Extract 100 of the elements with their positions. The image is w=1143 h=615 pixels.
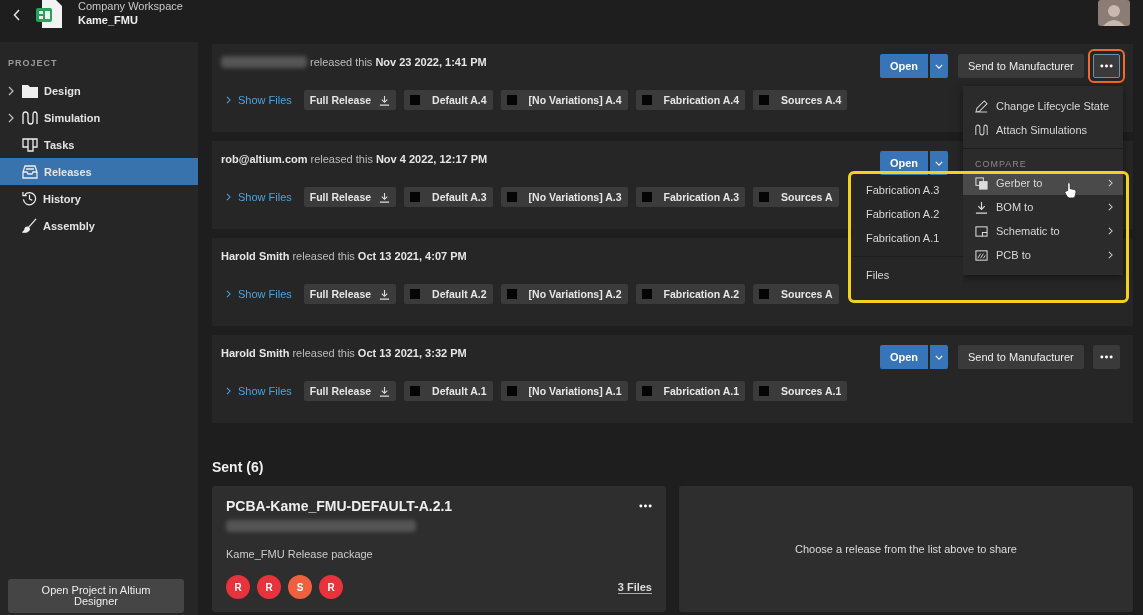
open-button[interactable]: Open bbox=[880, 345, 928, 369]
submenu-item[interactable]: Files bbox=[852, 263, 963, 287]
menu-item[interactable]: Attach Simulations bbox=[963, 118, 1123, 142]
avatar-badge: R bbox=[319, 575, 343, 599]
sidebar-item[interactable]: Assembly bbox=[0, 212, 198, 239]
more-button[interactable] bbox=[1092, 345, 1120, 369]
menu-section-label: COMPARE bbox=[974, 158, 1028, 171]
submenu-item[interactable]: Fabrication A.2 bbox=[852, 202, 963, 226]
chevron-right-icon[interactable] bbox=[8, 112, 14, 123]
hand-cursor-icon bbox=[1064, 182, 1077, 199]
file-chip[interactable]: Sources A bbox=[753, 284, 839, 304]
send-button[interactable]: Send to Manufacturer bbox=[958, 54, 1084, 78]
caret-icon bbox=[935, 160, 943, 166]
release-verb: released this bbox=[292, 250, 355, 262]
download-icon bbox=[379, 191, 391, 203]
chevron-right-icon[interactable] bbox=[8, 85, 14, 96]
release-date: Oct 13 2021, 3:32 PM bbox=[357, 347, 467, 359]
folder-icon bbox=[22, 83, 38, 98]
file-chip[interactable]: [No Variations] A.1 bbox=[500, 381, 628, 401]
avatar-badge: R bbox=[226, 575, 250, 599]
author-name: Harold Smith bbox=[221, 250, 290, 262]
download-icon bbox=[379, 288, 391, 300]
download-button[interactable]: Full Release bbox=[303, 284, 397, 304]
files-link[interactable]: 3 Files bbox=[617, 580, 652, 594]
pencil-icon bbox=[975, 99, 988, 113]
wave-icon bbox=[975, 124, 988, 136]
file-chip[interactable]: [No Variations] A.2 bbox=[500, 284, 628, 304]
menu-item[interactable]: PCB to bbox=[963, 243, 1123, 267]
more-icon bbox=[1099, 64, 1113, 68]
square-icon bbox=[410, 289, 421, 299]
download-button[interactable]: Full Release bbox=[303, 90, 397, 110]
download-icon bbox=[379, 385, 391, 397]
caret-icon bbox=[935, 63, 943, 69]
menu-item[interactable]: Change Lifecycle State bbox=[963, 94, 1123, 118]
board-icon bbox=[22, 137, 38, 152]
sidebar-item[interactable]: Tasks bbox=[0, 131, 198, 158]
file-chip[interactable]: Fabrication A.3 bbox=[635, 187, 745, 207]
wave-icon bbox=[22, 110, 38, 125]
open-button[interactable]: Open bbox=[880, 54, 928, 78]
show-files-link[interactable]: Show Files bbox=[226, 191, 292, 203]
file-chip[interactable]: Default A.3 bbox=[404, 187, 493, 207]
download-icon bbox=[379, 94, 391, 106]
send-button[interactable]: Send to Manufacturer bbox=[958, 345, 1084, 369]
square-icon bbox=[410, 386, 421, 396]
chevron-right-icon bbox=[226, 387, 231, 395]
sidebar-item[interactable]: Simulation bbox=[0, 104, 198, 131]
file-chip[interactable]: Default A.4 bbox=[404, 90, 493, 110]
show-files-link[interactable]: Show Files bbox=[226, 288, 292, 300]
submenu-item[interactable]: Fabrication A.1 bbox=[852, 226, 963, 250]
menu-item[interactable]: Schematic to bbox=[963, 219, 1123, 243]
file-chip[interactable]: Sources A.1 bbox=[753, 381, 848, 401]
square-icon bbox=[759, 95, 769, 105]
download-button[interactable]: Full Release bbox=[303, 381, 397, 401]
square-icon bbox=[641, 192, 652, 202]
square-icon bbox=[410, 192, 421, 202]
square-icon bbox=[759, 192, 769, 202]
chevron-right-icon bbox=[1108, 251, 1113, 259]
pcb-icon bbox=[975, 248, 988, 262]
square-icon bbox=[641, 386, 652, 396]
file-chip[interactable]: Default A.2 bbox=[404, 284, 493, 304]
history-icon bbox=[22, 191, 37, 206]
schematic-icon bbox=[975, 224, 988, 238]
release-verb: released this bbox=[310, 153, 373, 165]
square-icon bbox=[759, 289, 769, 299]
square-icon bbox=[759, 386, 769, 396]
file-chip[interactable]: Fabrication A.4 bbox=[635, 90, 745, 110]
chevron-right-icon bbox=[226, 290, 231, 298]
layers-icon bbox=[975, 176, 988, 190]
file-chip[interactable]: Default A.1 bbox=[404, 381, 493, 401]
file-chip[interactable]: Sources A bbox=[753, 187, 839, 207]
menu-item[interactable]: BOM to bbox=[963, 195, 1123, 219]
square-icon bbox=[641, 95, 652, 105]
open-project-button[interactable]: Open Project in Altium Designer bbox=[8, 579, 184, 613]
sidebar-item[interactable]: Design bbox=[0, 77, 198, 104]
file-chip[interactable]: [No Variations] A.4 bbox=[500, 90, 628, 110]
author-name: rob@altium.com bbox=[221, 153, 308, 165]
more-icon[interactable] bbox=[639, 504, 652, 508]
back-icon[interactable] bbox=[13, 9, 21, 21]
package-title: PCBA-Kame_FMU-DEFAULT-A.2.1 bbox=[226, 498, 453, 514]
show-files-link[interactable]: Show Files bbox=[226, 385, 292, 397]
file-chip[interactable]: Fabrication A.2 bbox=[635, 284, 745, 304]
release-date: Oct 13 2021, 4:07 PM bbox=[357, 250, 467, 262]
author-name: Harold Smith bbox=[221, 347, 290, 359]
release-date: Nov 23 2022, 1:41 PM bbox=[375, 56, 487, 68]
sidebar-item[interactable]: Releases bbox=[0, 158, 198, 185]
file-chip[interactable]: [No Variations] A.3 bbox=[500, 187, 628, 207]
file-chip[interactable]: Fabrication A.1 bbox=[635, 381, 745, 401]
download-button[interactable]: Full Release bbox=[303, 187, 397, 207]
submenu-item[interactable]: Fabrication A.3 bbox=[852, 178, 963, 202]
package-description: Kame_FMU Release package bbox=[226, 548, 374, 560]
project-name: Kame_FMU bbox=[78, 14, 139, 26]
section-title: Sent (6) bbox=[212, 459, 265, 475]
sidebar-item[interactable]: History bbox=[0, 185, 198, 212]
brush-icon bbox=[22, 218, 37, 233]
square-icon bbox=[410, 95, 421, 105]
file-chip[interactable]: Sources A.4 bbox=[753, 90, 848, 110]
section-label: PROJECT bbox=[7, 58, 59, 68]
chevron-right-icon bbox=[226, 96, 231, 104]
show-files-link[interactable]: Show Files bbox=[226, 94, 292, 106]
more-icon bbox=[1099, 355, 1113, 359]
